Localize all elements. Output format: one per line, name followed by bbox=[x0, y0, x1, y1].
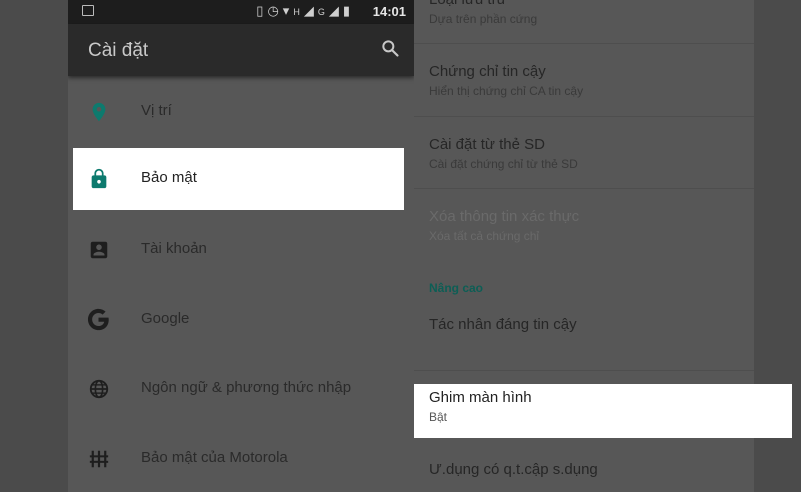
settings-item-accounts[interactable]: Tài khoản bbox=[68, 219, 414, 281]
gallery-notification-icon bbox=[82, 5, 94, 16]
pref-summary: Xóa tất cả chứng chỉ bbox=[429, 229, 540, 243]
settings-item-motorola-security[interactable]: Bảo mật của Motorola bbox=[68, 428, 414, 490]
location-icon bbox=[92, 102, 106, 122]
alarm-icon: ◷ bbox=[267, 3, 283, 18]
motorola-security-icon bbox=[89, 450, 109, 468]
pref-title: Xóa thông tin xác thực bbox=[429, 208, 580, 225]
clock: 14:01 bbox=[372, 4, 406, 19]
settings-item-language[interactable]: Ngôn ngữ & phương thức nhập bbox=[68, 358, 414, 420]
settings-item-label: Google bbox=[141, 310, 190, 327]
signal-g-label: G bbox=[317, 7, 329, 17]
search-icon[interactable] bbox=[380, 38, 400, 58]
status-icons: ▯◷▾H◢G◢▮ bbox=[256, 3, 354, 19]
screen-pinning-item[interactable]: Ghim màn hình Bật bbox=[414, 384, 792, 438]
settings-item-label: Tài khoản bbox=[141, 240, 207, 257]
wifi-icon: ▾ bbox=[282, 3, 294, 18]
pref-title: Cài đặt từ thẻ SD bbox=[429, 136, 545, 153]
account-icon bbox=[90, 241, 108, 259]
app-bar: Cài đặt bbox=[68, 24, 414, 76]
google-icon bbox=[87, 308, 109, 331]
settings-item-label: Bảo mật của Motorola bbox=[141, 449, 288, 466]
page-title: Cài đặt bbox=[88, 40, 149, 61]
battery-icon: ▮ bbox=[342, 3, 354, 18]
trusted-credentials-item[interactable]: Chứng chỉ tin cậy Hiển thị chứng chỉ CA … bbox=[414, 44, 754, 116]
pref-summary: Bật bbox=[429, 410, 448, 424]
section-header-advanced: Nâng cao bbox=[429, 281, 484, 295]
settings-item-label: Vị trí bbox=[141, 102, 172, 119]
pref-summary: Cài đặt chứng chỉ từ thẻ SD bbox=[429, 157, 578, 171]
storage-type-item[interactable]: Loại lưu trữ Dựa trên phần cứng bbox=[414, 0, 754, 42]
pref-title: Tác nhân đáng tin cậy bbox=[429, 316, 577, 333]
clear-credentials-item: Xóa thông tin xác thực Xóa tất cả chứng … bbox=[414, 189, 754, 261]
pref-title: Loại lưu trữ bbox=[429, 0, 507, 8]
trust-agents-item[interactable]: Tác nhân đáng tin cậy bbox=[414, 300, 754, 366]
lock-icon bbox=[91, 168, 107, 189]
pref-title: Chứng chỉ tin cậy bbox=[429, 63, 546, 80]
settings-item-google[interactable]: Google bbox=[68, 289, 414, 351]
install-from-sd-item[interactable]: Cài đặt từ thẻ SD Cài đặt chứng chỉ từ t… bbox=[414, 117, 754, 189]
settings-item-security[interactable]: Bảo mật bbox=[73, 148, 404, 210]
settings-item-label: Bảo mật bbox=[141, 169, 197, 186]
vibrate-icon: ▯ bbox=[256, 3, 268, 18]
signal-h-label: H bbox=[293, 7, 304, 17]
status-bar: ▯◷▾H◢G◢▮ 14:01 bbox=[68, 0, 414, 24]
settings-item-label: Ngôn ngữ & phương thức nhập bbox=[141, 379, 352, 396]
pref-summary: Dựa trên phần cứng bbox=[429, 12, 538, 26]
usage-access-item[interactable]: Ư.dụng có q.t.cập s.dụng bbox=[414, 445, 754, 492]
globe-icon bbox=[89, 379, 109, 399]
pref-title: Ghim màn hình bbox=[429, 389, 532, 406]
signal-icon: ◢ bbox=[303, 3, 318, 18]
divider bbox=[414, 370, 754, 371]
pref-title: Ư.dụng có q.t.cập s.dụng bbox=[429, 461, 598, 478]
settings-item-location[interactable]: Vị trí bbox=[68, 81, 414, 143]
pref-summary: Hiển thị chứng chỉ CA tin cậy bbox=[429, 84, 584, 98]
settings-screen: ▯◷▾H◢G◢▮ 14:01 Cài đặt Vị trí Bảo mật Tà… bbox=[68, 0, 414, 492]
signal-icon: ◢ bbox=[328, 3, 343, 18]
